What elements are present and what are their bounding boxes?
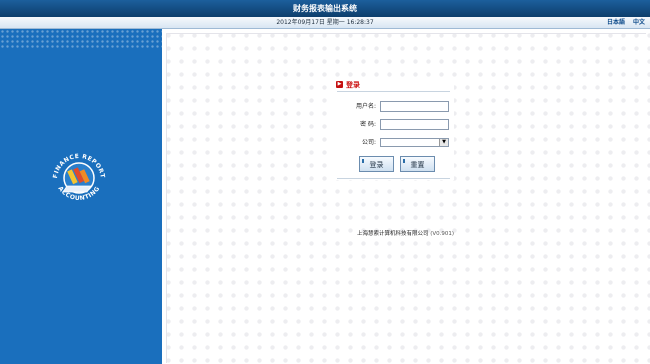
reset-button[interactable]: 重置 [400, 156, 435, 172]
app-title: 财务报表输出系统 [293, 4, 357, 13]
login-form: ▶ 登录 用户名: 密 码: 公司: ▼ 登录 重置 [334, 78, 454, 180]
company-select[interactable]: ▼ [380, 138, 449, 147]
current-datetime: 2012年09月17日 星期一 16:28:37 [276, 19, 374, 26]
username-input[interactable] [380, 101, 449, 112]
copyright-footer: 上海慧索计算机科技有限公司 (V0.901) [357, 229, 454, 237]
dot-pattern [0, 29, 162, 49]
language-japanese-link[interactable]: 日本語 [607, 17, 625, 28]
divider-bottom [337, 178, 450, 179]
company-name: 上海慧索计算机科技有限公司 [357, 231, 429, 237]
arrow-right-icon: ▶ [336, 81, 343, 88]
divider [337, 91, 450, 92]
username-label: 用户名: [355, 103, 376, 110]
password-input[interactable] [380, 119, 449, 130]
login-title-text: 登录 [346, 81, 360, 89]
finance-report-logo: FINANCE REPORT ACCOUNTING [52, 153, 106, 202]
chevron-down-icon[interactable]: ▼ [439, 139, 448, 146]
password-label: 密 码: [360, 121, 376, 128]
login-title: ▶ 登录 [336, 81, 360, 90]
info-bar: 2012年09月17日 星期一 16:28:37 日本語 中文 [0, 17, 650, 29]
left-brand-panel: FINANCE REPORT ACCOUNTING [0, 29, 162, 364]
language-chinese-link[interactable]: 中文 [633, 17, 645, 28]
company-label: 公司: [361, 139, 376, 146]
app-title-bar: 财务报表输出系统 [0, 0, 650, 17]
login-button[interactable]: 登录 [359, 156, 394, 172]
version-text: (V0.901) [430, 231, 455, 237]
